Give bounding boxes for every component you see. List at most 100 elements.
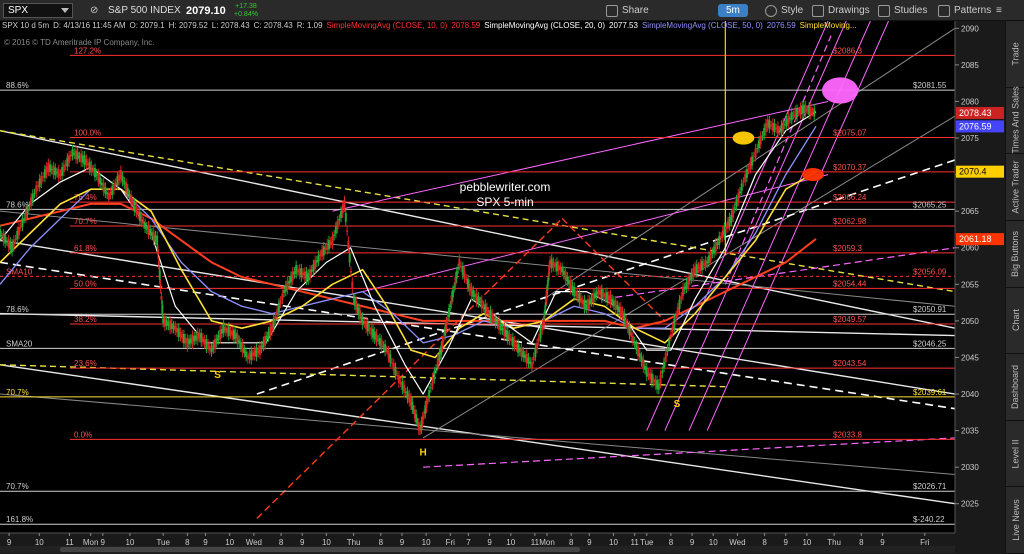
- price-bar-body: [45, 166, 48, 175]
- chart-area[interactable]: 127.2% $2086.3 100.0% $2075.07 $2070.37 76.4%…: [0, 20, 1005, 554]
- price-bar-body: [298, 268, 301, 276]
- side-tab-big-buttons[interactable]: Big Buttons: [1006, 221, 1024, 288]
- side-tab-label: Times And Sales: [1010, 86, 1021, 155]
- price-bar-body: [172, 325, 175, 330]
- price-bar-body: [229, 330, 232, 335]
- price-bar-body: [245, 351, 248, 358]
- price-bar-body: [475, 293, 478, 303]
- price-bar-body: [611, 298, 614, 304]
- price-bar-body: [336, 220, 339, 230]
- share-button[interactable]: Share: [606, 0, 649, 21]
- side-tab-trade[interactable]: Trade: [1006, 21, 1024, 88]
- price-bar-body: [635, 344, 638, 350]
- price-bar-body: [397, 375, 400, 384]
- side-tab-label: Level II: [1010, 439, 1021, 469]
- price-bar-body: [587, 299, 590, 309]
- price-bar-body: [106, 192, 109, 195]
- fib-level-label: 38.2%: [74, 315, 97, 324]
- price-bar-body: [62, 164, 65, 172]
- info-sma-more[interactable]: SimpleMoving...: [800, 21, 857, 34]
- price-bar-body: [754, 148, 757, 157]
- side-tab-level-ii[interactable]: Level II: [1006, 421, 1024, 488]
- price-bar-body: [590, 297, 593, 303]
- timeframe-selector[interactable]: 5m: [718, 0, 748, 21]
- drawings-button[interactable]: Drawings: [812, 0, 870, 21]
- symbol-input[interactable]: SPX: [3, 3, 73, 18]
- price-bar-body: [733, 207, 736, 209]
- fib-level-label: 23.6%: [74, 359, 97, 368]
- price-bar-body: [66, 157, 69, 167]
- price-bar-body: [2, 233, 5, 242]
- price-bar-body: [564, 271, 567, 281]
- studies-button[interactable]: Studies: [878, 0, 927, 21]
- style-button[interactable]: Style: [765, 0, 803, 21]
- price-bar-body: [64, 164, 67, 166]
- price-bar-body: [583, 299, 586, 309]
- price-bar-body: [368, 328, 371, 330]
- side-tab-chart[interactable]: Chart: [1006, 288, 1024, 355]
- x-tick-label: 8: [762, 538, 767, 547]
- side-tab-active-trader[interactable]: Active Trader: [1006, 154, 1024, 221]
- price-bar-body: [4, 235, 7, 244]
- price-bar-body: [557, 264, 560, 271]
- price-bar-body: [709, 251, 712, 261]
- price-bar-body: [14, 239, 17, 241]
- side-tab-times-and-sales[interactable]: Times And Sales: [1006, 86, 1024, 155]
- price-bar-body: [569, 280, 572, 291]
- price-bar-body: [219, 329, 222, 340]
- y-tick-label: 2085: [961, 61, 979, 70]
- price-bar-body: [714, 242, 717, 252]
- price-bar-body: [738, 191, 741, 194]
- price-bar-body: [112, 183, 115, 191]
- info-sma50[interactable]: SimpleMovingAvg (CLOSE, 50, 0): [642, 21, 763, 34]
- price-bar-body: [157, 261, 160, 266]
- side-tab-label: Live News: [1010, 499, 1021, 541]
- price-bar-body: [728, 217, 731, 227]
- price-bar-body: [588, 299, 591, 305]
- link-icon[interactable]: ⊘: [90, 0, 98, 21]
- price-bar-body: [224, 327, 227, 332]
- price-bar-body: [422, 414, 425, 416]
- price-bar-body: [220, 329, 223, 334]
- patterns-button[interactable]: Patterns: [938, 0, 991, 21]
- price-bar-body: [286, 280, 289, 290]
- price-bar-body: [614, 300, 617, 310]
- price-bar-body: [215, 338, 218, 343]
- fib-level-label: 50.0%: [74, 279, 97, 288]
- x-tick-label: 10: [225, 538, 234, 547]
- menu-icon[interactable]: ≡: [996, 0, 1002, 21]
- price-bar-body: [520, 347, 523, 357]
- side-tab-live-news[interactable]: Live News: [1006, 487, 1024, 554]
- chevron-down-icon[interactable]: [61, 8, 69, 13]
- y-tick-label: 2040: [961, 390, 979, 399]
- price-bar-body: [158, 270, 161, 280]
- info-datetime: D: 4/13/16 11:45 AM: [53, 21, 126, 30]
- price-bar-body: [156, 235, 159, 246]
- x-tick-label: 10: [422, 538, 431, 547]
- y-tick-label: 2030: [961, 463, 979, 472]
- price-bar-body: [251, 352, 254, 357]
- price-bar-body: [116, 176, 119, 186]
- price-bar-body: [508, 334, 511, 341]
- price-bar-body: [131, 202, 134, 206]
- price-bar-body: [370, 327, 373, 336]
- x-tick-label: Thu: [827, 538, 841, 547]
- side-tab-dashboard[interactable]: Dashboard: [1006, 354, 1024, 421]
- price-bar-body: [291, 271, 294, 281]
- price-bar-body: [609, 294, 612, 304]
- info-symbol: SPX 10 d 5m: [2, 21, 50, 30]
- info-sma20[interactable]: SimpleMovingAvg (CLOSE, 20, 0): [484, 21, 605, 34]
- price-bar-body: [68, 155, 71, 163]
- price-bar-body: [638, 353, 641, 358]
- price-bar-body: [50, 168, 53, 171]
- price-bar-body: [792, 115, 795, 117]
- info-sma10[interactable]: SimpleMovingAvg (CLOSE, 10, 0): [327, 21, 448, 34]
- price-bar-body: [771, 122, 774, 131]
- price-chart[interactable]: 127.2% $2086.3100.0% $2075.07$2070.3776.4%…: [0, 20, 1005, 554]
- scrollbar-thumb[interactable]: [60, 547, 580, 552]
- fib-level-value: $2070.37: [833, 163, 867, 172]
- price-bar-body: [181, 334, 184, 339]
- price-bar-body: [730, 214, 733, 223]
- x-tick-label: 9: [400, 538, 405, 547]
- price-bar-body: [83, 155, 86, 165]
